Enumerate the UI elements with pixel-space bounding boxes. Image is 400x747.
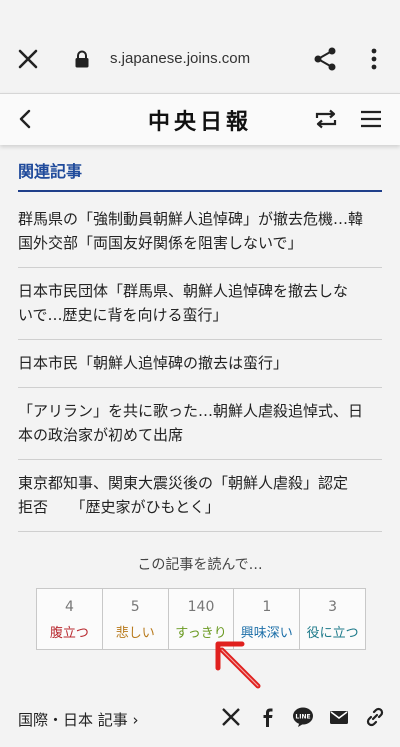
reaction-count: 4 <box>64 599 74 615</box>
article-title-line: 東京都知事、関東大震災後の「朝鮮人虐殺」認定 <box>18 474 349 492</box>
link-icon[interactable] <box>364 706 386 728</box>
reaction-count: 140 <box>187 599 215 615</box>
footer-bar: 国際・日本 記事 › LINE <box>0 700 400 740</box>
article-title-line: 本の政治家が初めて出席 <box>18 426 184 444</box>
lock-icon <box>75 50 89 68</box>
x-twitter-icon[interactable] <box>220 706 242 728</box>
reaction-label: 悲しい <box>115 626 155 641</box>
related-article-link[interactable]: 「アリラン」を共に歌った…朝鮮人虐殺追悼式、日 本の政治家が初めて出席 <box>18 388 382 460</box>
reaction-angry-button[interactable]: 4 腹立つ <box>37 589 103 649</box>
article-title-line: 拒否 「歴史家がひもとく」 <box>18 498 220 516</box>
svg-text:LINE: LINE <box>295 714 310 721</box>
article-title-line: 国外交部「両国友好関係を阻害しないで」 <box>18 234 303 252</box>
line-icon[interactable]: LINE <box>292 706 314 728</box>
reaction-sad-button[interactable]: 5 悲しい <box>103 589 169 649</box>
reaction-buttons: 4 腹立つ 5 悲しい 140 すっきり 1 興味深い 3 役に立つ <box>36 588 366 650</box>
annotation-arrow-icon <box>215 641 261 689</box>
site-logo[interactable]: 中央日報 <box>0 104 400 136</box>
site-header: 中央日報 <box>0 93 400 145</box>
reaction-count: 1 <box>262 599 272 615</box>
article-title-line: 日本市民団体「群馬県、朝鮮人追悼碑を撤去しな <box>18 282 349 300</box>
divider <box>18 190 382 192</box>
reaction-count: 5 <box>130 599 140 615</box>
related-article-link[interactable]: 日本市民「朝鮮人追悼碑の撤去は蛮行」 <box>18 340 382 388</box>
menu-icon[interactable] <box>358 107 384 131</box>
share-icons: LINE <box>220 706 386 728</box>
article-title-line: 「アリラン」を共に歌った…朝鮮人虐殺追悼式、日 <box>18 402 364 420</box>
related-article-link[interactable]: 群馬県の「強制動員朝鮮人追悼碑」が撤去危機…韓 国外交部「両国友好関係を阻害しな… <box>18 196 382 268</box>
close-icon[interactable] <box>14 45 42 73</box>
reaction-label: 腹立つ <box>49 626 89 641</box>
share-icon[interactable] <box>312 46 338 72</box>
browser-toolbar: s.japanese.joins.com <box>0 0 400 92</box>
related-articles-list: 群馬県の「強制動員朝鮮人追悼碑」が撤去危機…韓 国外交部「両国友好関係を阻害しな… <box>18 196 382 532</box>
url-text[interactable]: s.japanese.joins.com <box>110 50 250 67</box>
switch-icon[interactable] <box>313 107 339 131</box>
article-title-line: 日本市民「朝鮮人追悼碑の撤去は蛮行」 <box>18 354 289 372</box>
mail-icon[interactable] <box>328 706 350 728</box>
related-article-link[interactable]: 日本市民団体「群馬県、朝鮮人追悼碑を撤去しな いで…歴史に背を向ける蛮行」 <box>18 268 382 340</box>
reaction-label: 役に立つ <box>306 626 359 641</box>
facebook-icon[interactable] <box>256 706 278 728</box>
more-options-icon[interactable] <box>364 46 384 72</box>
reaction-count: 3 <box>328 599 338 615</box>
related-article-link[interactable]: 東京都知事、関東大震災後の「朝鮮人虐殺」認定 拒否 「歴史家がひもとく」 <box>18 460 382 532</box>
reaction-useful-button[interactable]: 3 役に立つ <box>300 589 365 649</box>
reaction-prompt: この記事を読んで… <box>137 557 263 573</box>
category-link[interactable]: 国際・日本 記事 › <box>18 709 139 730</box>
article-title-line: 群馬県の「強制動員朝鮮人追悼碑」が撤去危機…韓 <box>18 210 364 228</box>
article-title-line: いで…歴史に背を向ける蛮行」 <box>18 306 228 324</box>
related-articles-title: 関連記事 <box>18 162 83 181</box>
